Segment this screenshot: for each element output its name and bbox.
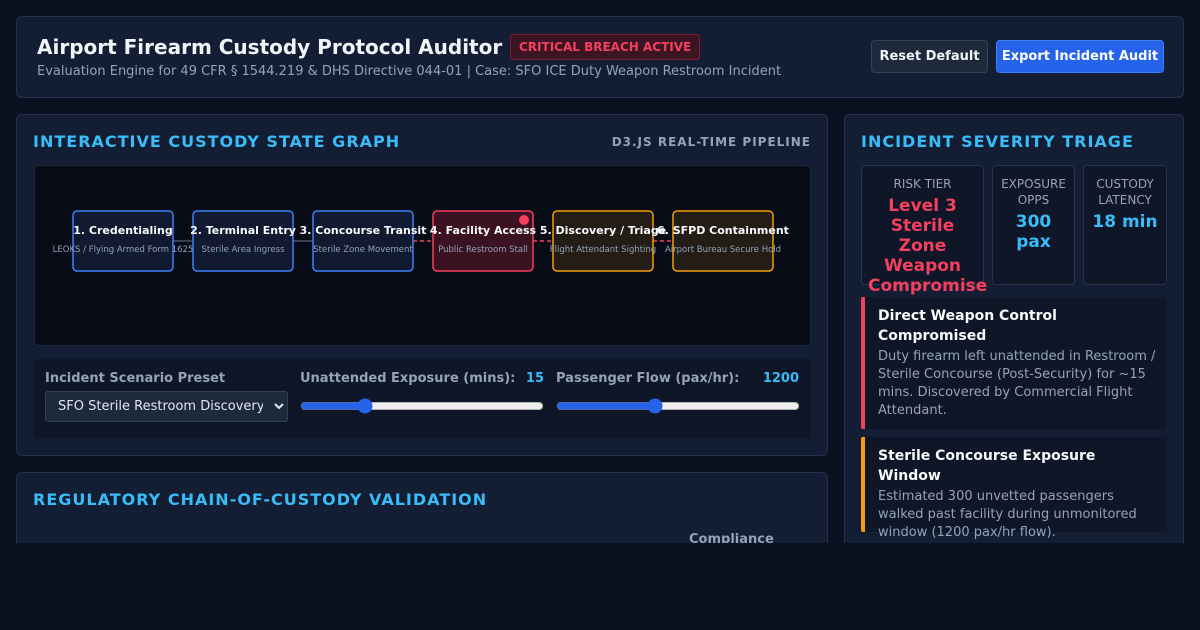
custody-state-graph[interactable]: 1. Credentialing LEOKS / Flying Armed For… xyxy=(34,165,811,346)
graph-node-subtitle: Airport Bureau Secure Hold xyxy=(665,245,781,255)
alert-text: Duty firearm left unattended in Restroom… xyxy=(878,349,1156,418)
export-incident-audit-button[interactable]: Export Incident Audit xyxy=(996,40,1164,73)
graph-node-box xyxy=(672,210,774,272)
graph-node-box xyxy=(432,210,534,272)
graph-node-title: 6. SFPD Containment xyxy=(657,224,789,237)
compliance-column-header: Compliance xyxy=(689,532,774,543)
passenger-flow-slider[interactable] xyxy=(556,396,800,416)
scenario-controls: Incident Scenario Preset SFO Sterile Res… xyxy=(34,359,811,439)
breach-alert-icon xyxy=(519,215,529,225)
alert-title: Direct Weapon Control Compromised xyxy=(878,308,1057,344)
exposure-label: Unattended Exposure (mins): xyxy=(300,371,516,386)
graph-node[interactable]: 2. Terminal Entry Sterile Area Ingress xyxy=(190,210,296,272)
custody-graph-svg: 1. Credentialing LEOKS / Flying Armed For… xyxy=(53,210,789,272)
graph-node-subtitle: Public Restroom Stall xyxy=(438,245,528,255)
preset-label: Incident Scenario Preset xyxy=(45,371,226,386)
reset-default-button[interactable]: Reset Default xyxy=(871,40,988,73)
custody-validation-panel: REGULATORY CHAIN-OF-CUSTODY VALIDATION C… xyxy=(16,472,828,543)
graph-node-subtitle: Flight Attendant Sighting xyxy=(550,245,656,255)
graph-node[interactable]: 4. Facility Access Public Restroom Stall xyxy=(430,210,537,272)
exposure-slider[interactable] xyxy=(300,396,544,416)
graph-node-box xyxy=(192,210,294,272)
risk-tier-label: RISK TIER xyxy=(893,177,952,191)
graph-node[interactable]: 3. Concourse Transit Sterile Zone Movemen… xyxy=(300,210,427,272)
custody-latency-value: 18 min xyxy=(1092,212,1158,232)
risk-tier-card: RISK TIER Level 3 Sterile Zone Weapon Co… xyxy=(861,165,987,296)
alert-weapon-control: Direct Weapon Control Compromised Duty f… xyxy=(861,297,1167,429)
graph-panel-heading: INTERACTIVE CUSTODY STATE GRAPH xyxy=(33,132,401,151)
alert-text: Estimated 300 unvetted passengers walked… xyxy=(878,489,1137,540)
graph-node-box xyxy=(312,210,414,272)
graph-node-subtitle: Sterile Zone Movement xyxy=(313,245,413,255)
severity-triage-panel: INCIDENT SEVERITY TRIAGE RISK TIER Level… xyxy=(844,114,1184,543)
graph-node[interactable]: 5. Discovery / Triage Flight Attendant Si… xyxy=(540,210,666,272)
app-subtitle: Evaluation Engine for 49 CFR § 1544.219 … xyxy=(37,64,782,79)
custody-latency-card: CUSTODY LATENCY 18 min xyxy=(1083,165,1167,285)
app-viewport: Airport Firearm Custody Protocol Auditor… xyxy=(0,0,1200,543)
graph-node-subtitle: Sterile Area Ingress xyxy=(201,245,285,255)
flow-label: Passenger Flow (pax/hr): xyxy=(556,371,740,386)
alert-title: Sterile Concourse Exposure Window xyxy=(878,448,1096,484)
graph-node[interactable]: 6. SFPD Containment Airport Bureau Secure… xyxy=(657,210,789,272)
graph-node-title: 5. Discovery / Triage xyxy=(540,224,666,237)
flow-value: 1200 xyxy=(762,371,799,386)
triage-panel-heading: INCIDENT SEVERITY TRIAGE xyxy=(861,132,1134,151)
exposure-value: 15 xyxy=(525,371,544,386)
exposure-opps-value: 300 pax xyxy=(1015,212,1052,252)
exposure-opps-card: EXPOSURE OPPS 300 pax xyxy=(992,165,1075,285)
alert-exposure-window: Sterile Concourse Exposure Window Estima… xyxy=(861,437,1167,540)
breach-status-badge: CRITICAL BREACH ACTIVE xyxy=(510,34,701,60)
validation-panel-heading: REGULATORY CHAIN-OF-CUSTODY VALIDATION xyxy=(33,490,488,509)
app-header: Airport Firearm Custody Protocol Auditor… xyxy=(16,16,1184,98)
graph-node-title: 1. Credentialing xyxy=(73,224,172,237)
graph-node-box xyxy=(552,210,654,272)
graph-node[interactable]: 1. Credentialing LEOKS / Flying Armed For… xyxy=(53,210,194,272)
pipeline-tag: D3.JS REAL-TIME PIPELINE xyxy=(611,135,811,149)
graph-node-subtitle: LEOKS / Flying Armed Form 1625 xyxy=(53,245,194,255)
scenario-preset-select[interactable]: SFO Sterile Restroom Discovery (N xyxy=(45,391,288,422)
risk-tier-value: Level 3 Sterile Zone Weapon Compromise xyxy=(868,196,988,296)
exposure-opps-label: EXPOSURE OPPS xyxy=(1001,177,1066,207)
graph-node-title: 3. Concourse Transit xyxy=(300,224,427,237)
custody-latency-label: CUSTODY LATENCY xyxy=(1096,177,1154,207)
graph-node-title: 4. Facility Access xyxy=(430,224,537,237)
graph-node-box xyxy=(72,210,174,272)
app-title: Airport Firearm Custody Protocol Auditor xyxy=(37,35,503,59)
graph-node-title: 2. Terminal Entry xyxy=(190,224,296,237)
custody-graph-panel: INTERACTIVE CUSTODY STATE GRAPH D3.JS RE… xyxy=(16,114,828,456)
